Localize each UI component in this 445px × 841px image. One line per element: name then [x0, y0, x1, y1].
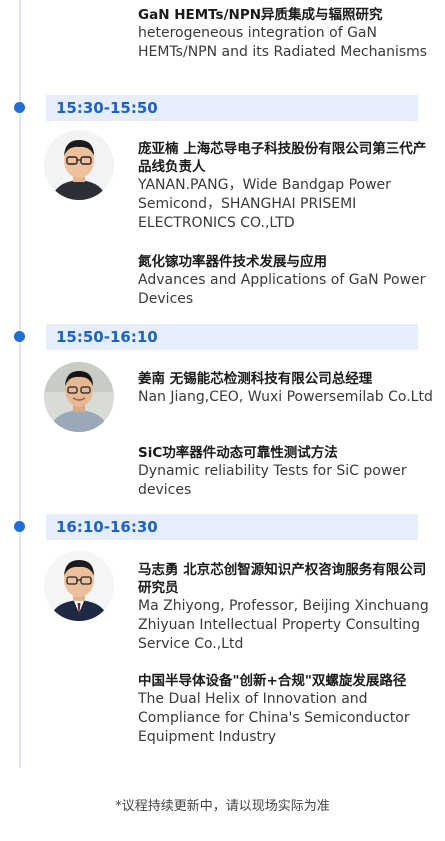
intro-topic-cn: GaN HEMTs/NPN异质集成与辐照研究 [138, 7, 383, 23]
speaker-name-en: Ma Zhiyong, Professor, Beijing Xinchuang… [138, 598, 429, 652]
speaker-avatar [44, 362, 114, 432]
speaker-name-cn: 姜南 无锡能芯检测科技有限公司总经理 [138, 371, 373, 387]
topic-en: The Dual Helix of Innovation and Complia… [138, 691, 410, 745]
session-topic: 氮化镓功率器件技术发展与应用 Advances and Applications… [138, 253, 433, 309]
topic-cn: 氮化镓功率器件技术发展与应用 [138, 254, 327, 270]
timeline-line [19, 0, 21, 768]
session-speaker: 庞亚楠 上海芯导电子科技股份有限公司第三代产品线负责人 YANAN.PANG，W… [138, 140, 433, 233]
speaker-name-en: YANAN.PANG，Wide Bandgap Power Semicond，S… [138, 177, 391, 231]
intro-talk: GaN HEMTs/NPN异质集成与辐照研究 heterogeneous int… [138, 6, 433, 62]
session-time-bar: 16:10-16:30 [46, 514, 418, 540]
session-topic: 中国半导体设备"创新+合规"双螺旋发展路径 The Dual Helix of … [138, 672, 433, 747]
topic-en: Advances and Applications of GaN Power D… [138, 272, 426, 307]
speaker-avatar [44, 130, 114, 200]
timeline-dot [14, 521, 25, 532]
session-speaker: 马志勇 北京芯创智源知识产权咨询服务有限公司研究员 Ma Zhiyong, Pr… [138, 561, 433, 654]
intro-topic-en: heterogeneous integration of GaN HEMTs/N… [138, 25, 428, 60]
session-time-bar: 15:30-15:50 [46, 95, 418, 121]
speaker-name-cn: 庞亚楠 上海芯导电子科技股份有限公司第三代产品线负责人 [138, 141, 427, 175]
timeline-dot [14, 331, 25, 342]
timeline-dot [14, 102, 25, 113]
speaker-name-en: Nan Jiang,CEO, Wuxi Powersemilab Co.Ltd [138, 389, 433, 405]
session-time-bar: 15:50-16:10 [46, 324, 418, 350]
topic-cn: 中国半导体设备"创新+合规"双螺旋发展路径 [138, 673, 407, 689]
topic-en: Dynamic reliability Tests for SiC power … [138, 463, 407, 498]
speaker-avatar [44, 551, 114, 621]
agenda-footnote: *议程持续更新中，请以现场实际为准 [115, 799, 330, 814]
session-topic: SiC功率器件动态可靠性测试方法 Dynamic reliability Tes… [138, 444, 433, 500]
speaker-name-cn: 马志勇 北京芯创智源知识产权咨询服务有限公司研究员 [138, 562, 427, 596]
topic-cn: SiC功率器件动态可靠性测试方法 [138, 445, 338, 461]
session-speaker: 姜南 无锡能芯检测科技有限公司总经理 Nan Jiang,CEO, Wuxi P… [138, 370, 433, 407]
